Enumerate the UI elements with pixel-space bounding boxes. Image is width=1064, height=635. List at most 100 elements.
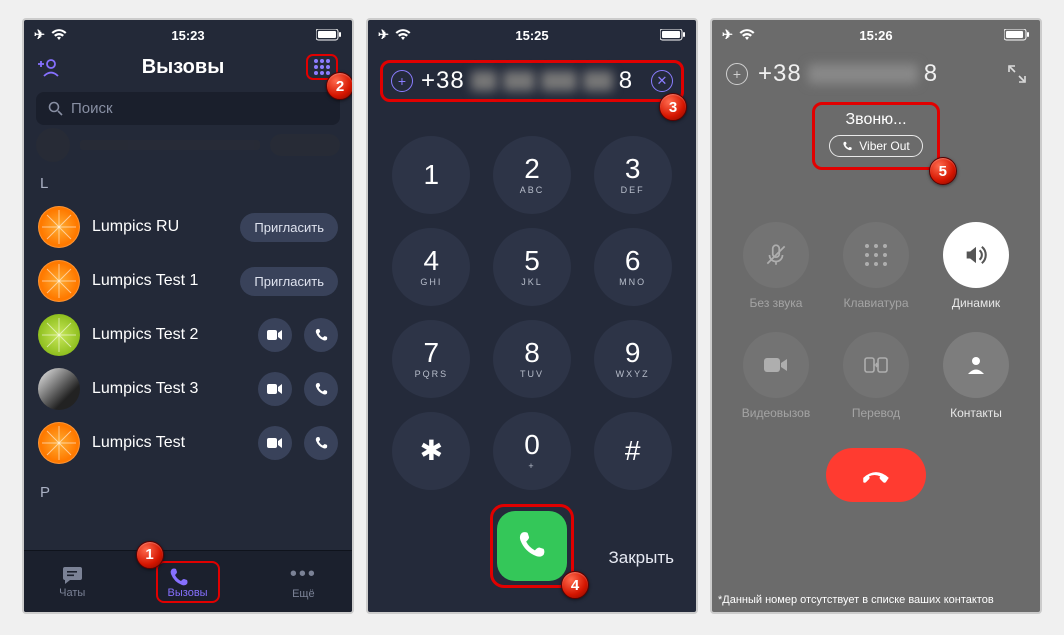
status-time: 15:23 [24,28,352,43]
dialer-screen: ✈ 15:25 + +38 8 ✕ 3 1 2ABC 3DEF 4GHI 5 JKL 6 MN… [366,18,698,614]
key-✱[interactable]: ✱ [392,412,470,490]
open-dialpad-button[interactable]: 2 [306,54,338,80]
contact-row[interactable]: Lumpics Test [24,416,352,470]
video-call-button[interactable]: Видеовызов [730,332,822,420]
calls-header: Вызовы 2 [24,50,352,88]
key-letters: WXYZ [616,369,650,379]
invite-button[interactable]: Пригласить [240,213,338,242]
calling-screen: ✈ 15:26 + +38 8 Звоню... Viber Out 5 Без… [710,18,1042,614]
keypad-icon [865,244,888,267]
add-to-contacts-icon[interactable]: + [391,70,413,92]
key-number: 8 [524,339,540,367]
expand-icon[interactable] [1008,65,1026,83]
contact-name: Lumpics Test [92,434,246,452]
step-badge-1: 1 [136,541,164,569]
contact-name: Lumpics Test 2 [92,326,246,344]
hangup-button[interactable] [826,448,926,502]
contact-row[interactable]: Lumpics RU Пригласить [24,200,352,254]
voice-call-icon[interactable] [304,426,338,460]
close-button[interactable]: Закрыть [609,548,674,568]
key-7[interactable]: 7PQRS [392,320,470,398]
more-icon: ••• [290,563,317,586]
status-bar: ✈ 15:25 [368,20,696,50]
battery-icon [1004,29,1030,41]
invite-button[interactable]: Пригласить [240,267,338,296]
avatar [38,206,80,248]
tab-more[interactable]: ••• Ещё [290,563,317,600]
key-9[interactable]: 9 WXYZ [594,320,672,398]
key-5[interactable]: 5 JKL [493,228,571,306]
key-number: 6 [625,247,641,275]
key-number: 4 [424,247,440,275]
dialed-number: +38 8 [421,67,643,95]
bottom-tabbar: Чаты Вызовы 1 ••• Ещё [24,550,352,612]
key-number: 9 [625,339,641,367]
keypad-button[interactable]: Клавиатура [830,222,922,310]
add-to-contacts-icon[interactable]: + [726,63,748,85]
key-2[interactable]: 2ABC [493,136,571,214]
tab-calls[interactable]: Вызовы 1 [156,561,220,603]
video-call-icon[interactable] [258,318,292,352]
phone-icon [842,141,853,152]
key-letters: + [528,461,535,471]
search-icon [48,101,63,116]
hangup-icon [859,458,893,492]
contact-name: Lumpics Test 1 [92,272,228,290]
call-button[interactable]: 4 [490,504,574,588]
avatar [38,368,80,410]
key-3[interactable]: 3DEF [594,136,672,214]
dialpad-icon [314,59,330,75]
contacts-button[interactable]: Контакты [930,332,1022,420]
key-4[interactable]: 4GHI [392,228,470,306]
key-#[interactable]: # [594,412,672,490]
key-letters: MNO [619,277,646,287]
add-contact-icon[interactable] [38,56,60,78]
contact-row[interactable]: Lumpics Test 3 [24,362,352,416]
viber-out-badge: Viber Out [829,135,922,157]
avatar [38,260,80,302]
mute-icon [763,242,789,268]
contact-name: Lumpics Test 3 [92,380,246,398]
transfer-icon [863,354,889,376]
key-6[interactable]: 6 MNO [594,228,672,306]
section-l: L [24,161,352,200]
clear-number-icon[interactable]: ✕ [651,70,673,92]
voice-call-icon[interactable] [304,318,338,352]
transfer-button[interactable]: Перевод [830,332,922,420]
avatar [38,422,80,464]
search-input[interactable]: Поиск [36,92,340,125]
battery-icon [660,29,686,41]
key-number: 5 [524,247,540,275]
key-0[interactable]: 0+ [493,412,571,490]
video-call-icon[interactable] [258,426,292,460]
key-number: 3 [625,155,641,183]
airplane-icon: ✈ [378,27,389,43]
phone-icon [516,530,548,562]
calling-status-text: Звоню... [845,111,906,129]
dialed-number-field[interactable]: + +38 8 ✕ 3 [380,60,684,102]
step-badge-3: 3 [659,93,687,121]
key-letters: JKL [521,277,543,287]
contact-row[interactable]: Lumpics Test 1 Пригласить [24,254,352,308]
battery-icon [316,29,342,41]
calling-status-box: Звоню... Viber Out 5 [812,102,939,170]
key-letters: ABC [520,185,545,195]
status-bar: ✈ 15:23 [24,20,352,50]
video-call-icon[interactable] [258,372,292,406]
phone-icon [168,567,190,587]
key-number: 7 [424,339,440,367]
tab-chats[interactable]: Чаты [59,565,85,599]
contact-name: Lumpics RU [92,218,228,236]
step-badge-2: 2 [326,72,354,100]
step-badge-5: 5 [929,157,957,185]
status-time: 15:26 [712,28,1040,43]
key-number: # [625,437,641,465]
mute-button[interactable]: Без звука [730,222,822,310]
key-1[interactable]: 1 [392,136,470,214]
key-8[interactable]: 8TUV [493,320,571,398]
speaker-button[interactable]: Динамик [930,222,1022,310]
contact-row[interactable]: Lumpics Test 2 [24,308,352,362]
calling-number: +38 8 [758,60,1008,88]
blurred-recent-row [36,133,340,157]
voice-call-icon[interactable] [304,372,338,406]
